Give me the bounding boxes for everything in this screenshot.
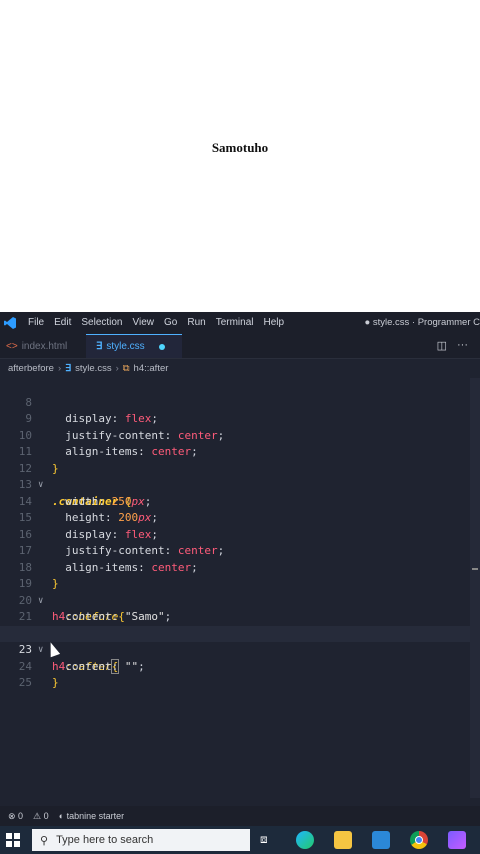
tabnine-status[interactable]: ◐ tabnine starter xyxy=(59,811,125,821)
scrollbar-thumb[interactable] xyxy=(472,568,478,570)
editor-tabs: <> index.html ∃ style.css ◫ ··· xyxy=(0,334,480,359)
code-line: 10 align-items: center; xyxy=(0,411,480,459)
more-actions-icon[interactable]: ··· xyxy=(457,339,468,352)
menu-selection[interactable]: Selection xyxy=(81,317,122,328)
tabnine-icon: ◐ xyxy=(58,811,65,821)
line-code: } xyxy=(52,676,59,689)
vscode-window: File Edit Selection View Go Run Terminal… xyxy=(0,312,480,826)
css-file-icon: ∃ xyxy=(96,341,103,352)
split-editor-icon[interactable]: ◫ xyxy=(437,339,447,352)
html-file-icon: <> xyxy=(6,340,18,352)
tab-label: index.html xyxy=(21,340,68,352)
warnings-count[interactable]: ⚠ 0 xyxy=(33,811,49,822)
code-line: 9 justify-content: center; xyxy=(0,395,480,442)
breadcrumb: afterbefore › ∃ style.css › ⧉ h4::after xyxy=(0,359,480,377)
breadcrumb-file[interactable]: style.css xyxy=(75,363,111,374)
menu-file[interactable]: File xyxy=(28,317,44,328)
app-icon[interactable] xyxy=(448,831,466,849)
chevron-right-icon: › xyxy=(57,362,62,374)
code-line: 21 } xyxy=(0,593,480,640)
menu-edit[interactable]: Edit xyxy=(54,317,71,328)
css-file-icon: ∃ xyxy=(65,362,72,374)
edge-icon[interactable] xyxy=(296,831,314,849)
window-title: ● style.css · Programmer C xyxy=(364,317,480,328)
windows-taskbar: ⚲ Type here to search ⧈ xyxy=(0,826,480,854)
menu-bar: File Edit Selection View Go Run Terminal… xyxy=(28,317,284,328)
code-line: 11 } xyxy=(0,428,480,475)
unsaved-dot-icon[interactable] xyxy=(158,343,165,350)
taskbar-search[interactable]: ⚲ Type here to search xyxy=(32,829,250,851)
code-line: 18 } xyxy=(0,543,480,591)
menu-go[interactable]: Go xyxy=(164,317,177,328)
menu-view[interactable]: View xyxy=(133,317,155,328)
vscode-logo-icon xyxy=(4,317,16,329)
store-icon[interactable] xyxy=(372,831,390,849)
code-line: 16 justify-content: center; xyxy=(0,510,480,558)
preview-heading: Samotuho xyxy=(211,140,269,155)
breadcrumb-folder[interactable]: afterbefore xyxy=(8,363,54,374)
tab-style-css[interactable]: ∃ style.css xyxy=(86,334,182,358)
breadcrumb-symbol[interactable]: h4::after xyxy=(134,363,169,374)
code-editor[interactable]: 8 display: flex; 9 justify-content: cent… xyxy=(0,378,480,798)
code-line: 17 align-items: center; xyxy=(0,527,480,574)
editor-scrollbar[interactable] xyxy=(470,378,480,798)
search-placeholder: Type here to search xyxy=(56,834,154,846)
windows-start-icon[interactable] xyxy=(6,833,20,847)
code-line: 24 } xyxy=(0,642,480,690)
code-line-current: 23 content: ""; xyxy=(0,625,480,673)
chrome-icon[interactable] xyxy=(410,831,428,849)
chevron-right-icon: › xyxy=(115,362,119,374)
errors-count[interactable]: ⊗ 0 xyxy=(8,811,23,822)
code-line: 12 ∨ .container { xyxy=(0,444,480,508)
tab-actions: ◫ ··· xyxy=(437,339,468,352)
tab-index-html[interactable]: <> index.html xyxy=(0,334,86,358)
code-line: 22 ∨ h4::after{ xyxy=(0,609,480,674)
code-line: 13 width: 250px; xyxy=(0,461,480,508)
menu-help[interactable]: Help xyxy=(264,317,285,328)
task-view-icon[interactable]: ⧈ xyxy=(260,832,268,847)
browser-preview: Samotuho xyxy=(0,0,480,312)
tab-label: style.css xyxy=(106,341,145,352)
title-bar: File Edit Selection View Go Run Terminal… xyxy=(0,312,480,334)
file-explorer-icon[interactable] xyxy=(334,831,352,849)
menu-run[interactable]: Run xyxy=(187,317,205,328)
code-line: 15 display: flex; xyxy=(0,494,480,541)
code-line: 20 content: "Samo"; xyxy=(0,576,480,624)
code-line: 19 ∨ h4::before{ xyxy=(0,560,480,623)
menu-terminal[interactable]: Terminal xyxy=(216,317,254,328)
status-bar: ⊗ 0 ⚠ 0 ◐ tabnine starter xyxy=(0,806,480,826)
search-icon: ⚲ xyxy=(40,834,49,847)
code-line: 25 xyxy=(0,659,480,689)
line-number: 25 xyxy=(18,676,32,689)
code-line: 14 height: 200px; xyxy=(0,477,480,525)
selector-icon: ⧉ xyxy=(122,362,130,374)
code-line: 8 display: flex; xyxy=(0,378,480,426)
